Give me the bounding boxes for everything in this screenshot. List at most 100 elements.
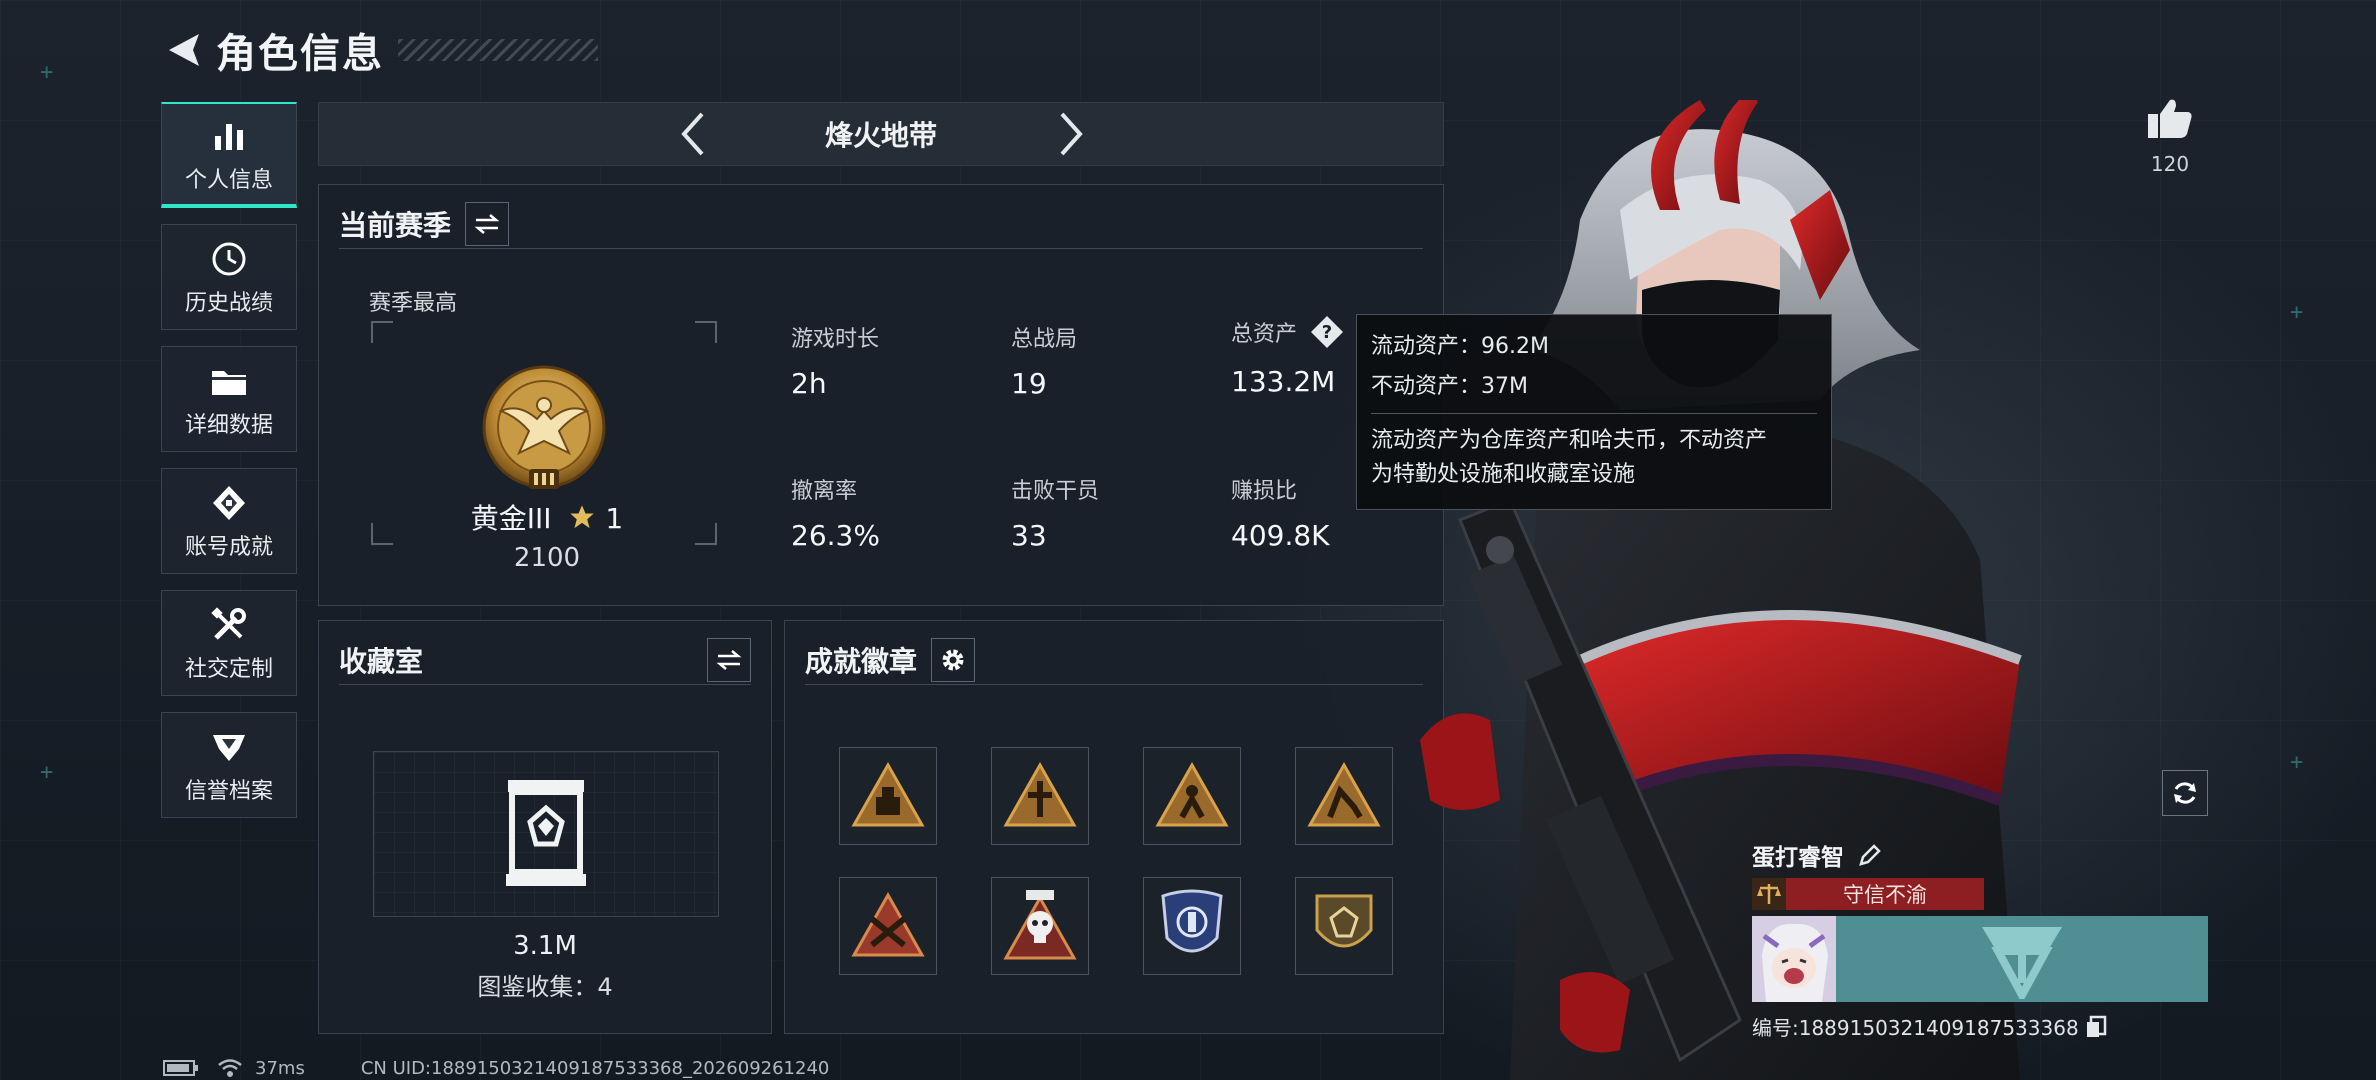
achievement-icon [211, 481, 247, 525]
player-uid-row: 编号:1889150321409187533368 [1752, 1012, 2208, 1041]
stat-label: 击败干员 [1011, 479, 1100, 504]
tooltip-fixed-assets: 不动资产：37M [1371, 374, 1528, 399]
help-icon[interactable]: ? [1310, 315, 1344, 355]
stat-label: 赚损比 [1231, 479, 1298, 504]
like-widget[interactable]: 120 [2140, 96, 2200, 176]
switch-season-button[interactable] [465, 201, 510, 246]
back-button[interactable] [160, 20, 204, 80]
back-arrow-icon [169, 34, 199, 66]
rotate-view-button[interactable] [2162, 770, 2208, 816]
edit-name-button[interactable] [1858, 843, 1882, 867]
pencil-icon [1859, 844, 1881, 866]
skull-badge-icon [1003, 890, 1077, 960]
stat-label-row: 总资产 ? [1231, 315, 1344, 355]
switch-collection-button[interactable] [707, 637, 751, 682]
sidebar-item-personal-info[interactable]: 个人信息 [161, 102, 297, 208]
star-icon [570, 505, 595, 529]
badge-slot[interactable] [991, 877, 1089, 975]
stat-label: 撤离率 [791, 479, 858, 504]
collection-panel-header: 收藏室 [339, 635, 751, 685]
rank-name-row: 黄金III 1 [319, 497, 775, 537]
mode-title: 烽火地带 [824, 119, 937, 152]
bar-chart-icon [212, 114, 246, 158]
badge-settings-button[interactable] [931, 637, 976, 682]
sidebar-item-social-custom[interactable]: 社交定制 [161, 590, 297, 696]
sidebar-item-label: 信誉档案 [184, 779, 273, 804]
tooltip-liquid-assets: 流动资产：96.2M [1371, 334, 1549, 359]
shield-emblem-icon [211, 725, 247, 769]
team-logo-icon [1982, 927, 2062, 999]
player-banner [1836, 916, 2208, 1002]
player-card: 蛋打睿智 守信不渝 编号:1889150321409187533368 [1752, 836, 2208, 1041]
rank-name: 黄金III [470, 502, 552, 535]
collection-count: 图鉴收集：4 [477, 973, 613, 1001]
stat-value: 26.3% [791, 519, 880, 552]
stat-value: 33 [1011, 519, 1047, 552]
copy-icon [2086, 1015, 2106, 1037]
prev-mode-button[interactable] [663, 104, 723, 164]
triangle-badge-icon [1307, 761, 1381, 827]
badge-slot[interactable] [1295, 877, 1393, 975]
sidebar-item-achievements[interactable]: 账号成就 [161, 468, 297, 574]
player-title: 守信不渝 [1843, 883, 1927, 907]
stat-total-matches: 总战局 19 [1011, 321, 1077, 400]
scales-icon [1752, 878, 1786, 910]
sidebar-item-match-history[interactable]: 历史战绩 [161, 224, 297, 330]
ping-value: 37ms [255, 1057, 305, 1079]
sidebar-item-label: 个人信息 [184, 168, 273, 193]
deco-cross: + [2290, 300, 2304, 325]
stat-value: 133.2M [1231, 365, 1336, 398]
status-footer: 37ms CN UID:1889150321409187533368_20260… [163, 1056, 829, 1080]
stat-kills: 击败干员 33 [1011, 473, 1099, 552]
gold-rank-emblem-icon [482, 365, 606, 489]
battery-icon [163, 1060, 198, 1076]
collection-title: 收藏室 [339, 644, 424, 678]
sidebar-item-detail-data[interactable]: 详细数据 [161, 346, 297, 452]
player-title-bar: 守信不渝 [1752, 878, 1984, 910]
like-count: 120 [2150, 152, 2190, 176]
sidebar-item-label: 社交定制 [184, 657, 273, 682]
frame-corner [695, 321, 717, 343]
stat-profit-ratio: 赚损比 409.8K [1231, 473, 1330, 552]
frame-corner [371, 321, 393, 343]
tooltip-desc-line: 为特勤处设施和收藏室设施 [1371, 462, 1636, 487]
next-mode-button[interactable] [1041, 104, 1101, 164]
clock-icon [211, 237, 247, 281]
folder-icon [210, 359, 248, 403]
chevron-right-icon [1060, 112, 1083, 156]
badge-slot[interactable] [839, 747, 937, 845]
rank-score: 2100 [513, 543, 581, 573]
badge-slot[interactable] [1143, 747, 1241, 845]
assets-tooltip: 流动资产：96.2M 不动资产：37M 流动资产为仓库资产和哈夫币，不动资产 为… [1356, 314, 1832, 510]
stat-total-assets: 总资产 ? 133.2M [1231, 315, 1344, 398]
stat-play-time: 游戏时长 2h [791, 321, 879, 400]
triangle-badge-icon [1155, 761, 1229, 827]
sidebar-item-label: 账号成就 [184, 535, 273, 560]
gear-icon [942, 649, 964, 670]
player-name-row: 蛋打睿智 [1752, 836, 2208, 874]
player-name: 蛋打睿智 [1752, 845, 1844, 871]
stat-value: 19 [1011, 367, 1047, 400]
badge-slot[interactable] [839, 877, 937, 975]
collection-showcase[interactable] [373, 751, 719, 917]
season-panel: 当前赛季 赛季最高 黄金III 1 2100 游戏时长 2h 总战局 19 总资… [318, 184, 1444, 606]
badges-title: 成就徽章 [805, 644, 918, 678]
sidebar-item-credit-record[interactable]: 信誉档案 [161, 712, 297, 818]
title-stripes [398, 39, 598, 61]
badge-slot[interactable] [991, 747, 1089, 845]
season-panel-header: 当前赛季 [339, 199, 1423, 249]
avatar[interactable] [1752, 916, 1836, 1002]
sidebar: 个人信息 历史战绩 详细数据 账号成就 社交定制 信誉档案 [161, 102, 299, 834]
copy-uid-button[interactable] [2085, 1015, 2107, 1039]
wifi-icon [218, 1059, 242, 1077]
mode-selector: 烽火地带 [318, 102, 1444, 166]
badge-slot[interactable] [1295, 747, 1393, 845]
tools-icon [211, 603, 247, 647]
player-banner-row [1752, 916, 2208, 1002]
badge-slot[interactable] [1143, 877, 1241, 975]
gem-shield-badge-icon [1315, 894, 1373, 948]
tooltip-divider [1371, 413, 1817, 414]
stat-value: 2h [791, 367, 827, 400]
stat-label: 游戏时长 [791, 327, 880, 352]
tooltip-desc-line: 流动资产为仓库资产和哈夫币，不动资产 [1371, 428, 1768, 453]
